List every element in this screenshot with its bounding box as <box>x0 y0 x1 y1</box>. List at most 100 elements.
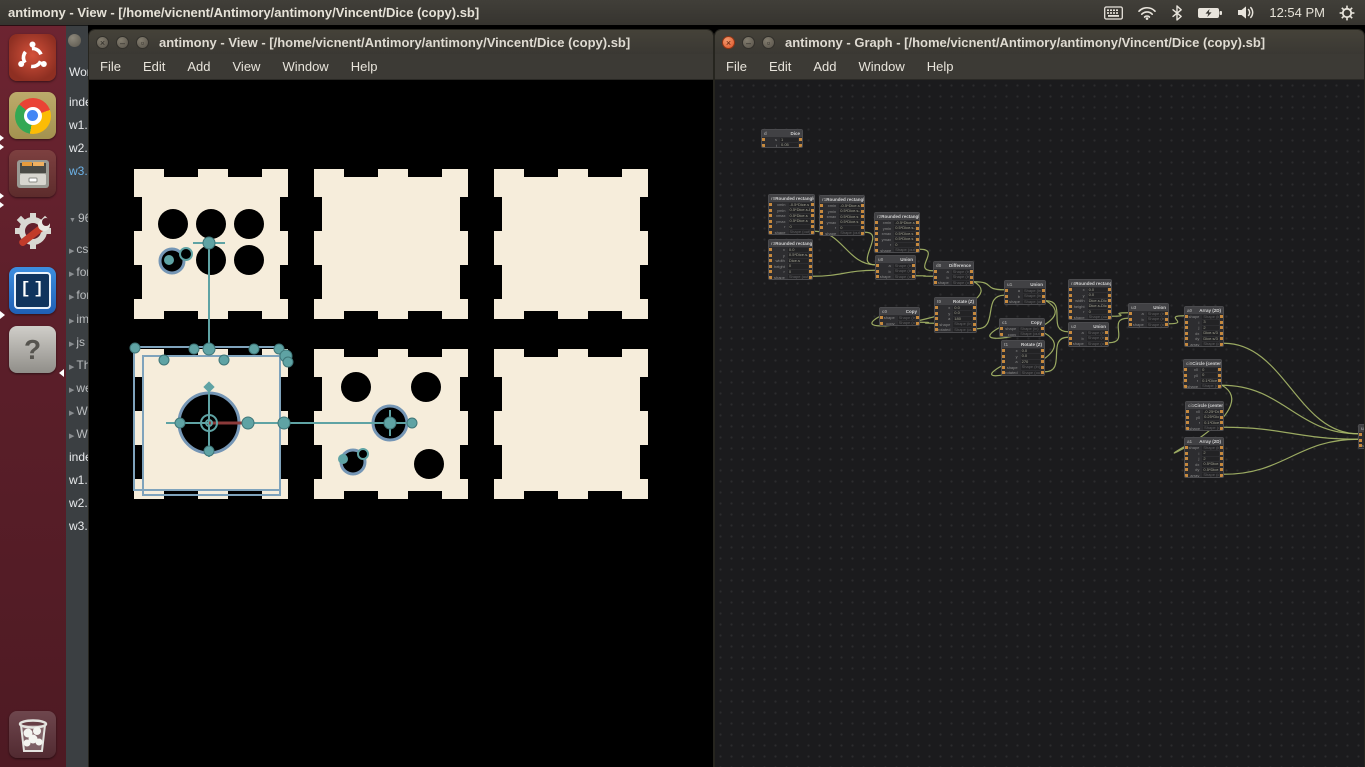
output-port[interactable] <box>1041 327 1044 331</box>
row-value[interactable]: Shape (out) <box>1201 384 1217 388</box>
output-port[interactable] <box>1220 457 1223 461</box>
output-port[interactable] <box>970 270 973 274</box>
graph-node-rounded-rectangle-corner-[interactable]: r2Rounded rectangle (corner)xmin-0.5*Dic… <box>874 212 920 253</box>
output-port[interactable] <box>861 204 864 208</box>
node-titlebar[interactable]: u4Union <box>1359 425 1364 432</box>
menu-item-file[interactable]: File <box>715 54 758 79</box>
node-titlebar[interactable]: c1 Copy <box>1000 319 1044 326</box>
output-port[interactable] <box>1220 468 1223 472</box>
row-value[interactable]: 0.5*Dice.s-Dice.t <box>787 253 808 258</box>
output-port[interactable] <box>1220 421 1223 425</box>
row-value[interactable]: 0.05 <box>780 143 798 147</box>
maximize-button[interactable]: ▫ <box>762 35 775 49</box>
output-port[interactable] <box>809 264 812 268</box>
die-dot[interactable] <box>196 245 226 275</box>
file-tree-item[interactable]: ▶Ther <box>69 358 88 372</box>
drag-handle[interactable] <box>277 416 291 430</box>
graph-edge[interactable] <box>812 269 876 277</box>
graph-edge[interactable] <box>1168 315 1185 325</box>
row-value[interactable]: Shape (in) <box>893 263 911 268</box>
node-titlebar[interactable]: r4Rounded rectangle (center) <box>1069 280 1111 287</box>
row-value[interactable]: 0.0 <box>787 247 808 252</box>
minimize-button[interactable]: – <box>116 35 129 49</box>
output-port[interactable] <box>1220 451 1223 455</box>
menu-item-view[interactable]: View <box>222 54 272 79</box>
node-titlebar[interactable]: u2 Union <box>1069 323 1108 330</box>
row-value[interactable]: 0 <box>894 242 915 247</box>
output-port[interactable] <box>1108 315 1111 319</box>
row-value[interactable]: Shape (out) <box>839 231 860 235</box>
row-value[interactable]: -0.5*Dice.s <box>788 202 810 207</box>
output-port[interactable] <box>1220 320 1223 324</box>
graph-node-rounded-rectangle-center-[interactable]: r3Rounded rectangle (center)x0.0y0.5*Dic… <box>768 239 813 280</box>
row-value[interactable]: 0.0 <box>953 311 972 316</box>
row-value[interactable]: Shape (in) <box>953 322 972 327</box>
launcher-item-ubuntu[interactable] <box>9 34 56 81</box>
background-window-button[interactable] <box>68 34 81 47</box>
output-port[interactable] <box>916 243 919 247</box>
node-titlebar[interactable]: r3Rounded rectangle (center) <box>769 240 812 247</box>
output-port[interactable] <box>1220 473 1223 477</box>
output-port[interactable] <box>811 230 814 234</box>
output-port[interactable] <box>970 281 973 285</box>
graph-node-rounded-rectangle-corner-[interactable]: r0Rounded rectangle (corner)xmin-0.5*Dic… <box>768 194 815 235</box>
drag-handle[interactable] <box>241 416 255 430</box>
graph-window-titlebar[interactable]: × – ▫ antimony - Graph - [/home/vicnent/… <box>715 30 1364 54</box>
row-value[interactable]: 0 <box>1201 373 1217 378</box>
row-value[interactable]: Shape (in) <box>1019 326 1040 331</box>
row-value[interactable]: Shape (out) <box>1146 322 1164 327</box>
output-port[interactable] <box>1041 360 1044 364</box>
graph-node-rotate-z-[interactable]: t1 Rotate (Z) x 0.0 y 0.0 a 270 shape Shape (in) r… <box>1001 340 1045 376</box>
graph-edge[interactable] <box>814 230 876 266</box>
output-port[interactable] <box>809 248 812 252</box>
row-value[interactable]: -0.5*Dice.s <box>839 203 860 208</box>
accent-dot[interactable] <box>338 454 348 464</box>
output-port[interactable] <box>1220 426 1223 430</box>
output-port[interactable] <box>799 143 802 147</box>
row-value[interactable]: Shape (in) <box>1146 317 1164 322</box>
accent-dot[interactable] <box>164 255 174 265</box>
clock[interactable]: 12:54 PM <box>1269 5 1325 20</box>
output-port[interactable] <box>861 215 864 219</box>
row-value[interactable]: -0.5*Dice.s <box>894 220 915 225</box>
output-port[interactable] <box>1165 323 1168 327</box>
output-port[interactable] <box>811 203 814 207</box>
graph-node-union[interactable]: u4UnionaShape (in)bShape (in)shapeShape … <box>1358 424 1364 449</box>
row-value[interactable]: 0.5*Dice.s <box>894 237 915 242</box>
row-value[interactable]: Shape (out) <box>1202 342 1219 346</box>
row-value[interactable]: 0.5*Dice.s-Dice.t <box>894 226 915 231</box>
row-value[interactable]: 0.5*Dice.s <box>1202 467 1219 472</box>
row-value[interactable]: 2 <box>1202 451 1219 456</box>
drag-handle[interactable] <box>248 343 260 355</box>
output-port[interactable] <box>809 253 812 257</box>
graph-edge[interactable] <box>919 321 935 324</box>
node-titlebar[interactable]: c0 Copy <box>880 308 919 315</box>
menu-item-window[interactable]: Window <box>848 54 916 79</box>
output-port[interactable] <box>1220 315 1223 319</box>
file-tree-item[interactable]: Worki <box>69 65 88 79</box>
row-value[interactable]: Shape (out) <box>1019 332 1040 336</box>
node-titlebar[interactable]: u0 Union <box>876 256 915 263</box>
row-value[interactable]: 0 <box>787 269 808 274</box>
file-tree-item[interactable]: ▶ js <box>69 335 85 349</box>
output-port[interactable] <box>809 259 812 263</box>
row-value[interactable]: Shape (in) <box>1086 336 1104 341</box>
output-port[interactable] <box>916 237 919 241</box>
menu-item-edit[interactable]: Edit <box>132 54 176 79</box>
output-port[interactable] <box>1108 293 1111 297</box>
row-value[interactable]: 0.0 <box>1087 287 1107 292</box>
row-value[interactable]: Shape (in) <box>1146 311 1164 316</box>
output-port[interactable] <box>799 138 802 142</box>
menu-item-add[interactable]: Add <box>802 54 847 79</box>
row-value[interactable]: 1 <box>780 137 798 142</box>
drag-handle[interactable] <box>188 343 200 355</box>
node-titlebar[interactable]: a0 Array (2D) <box>1185 307 1223 314</box>
output-port[interactable] <box>861 220 864 224</box>
output-port[interactable] <box>973 328 976 332</box>
row-value[interactable]: 0 <box>1087 309 1107 314</box>
row-value[interactable]: 2 <box>1202 456 1219 461</box>
row-value[interactable]: Shape (in) <box>1023 294 1041 299</box>
file-tree-item[interactable]: w1.h <box>69 473 88 487</box>
graph-node-dice[interactable]: d Dice s 1 t 0.05 <box>761 129 803 148</box>
row-value[interactable]: 0.5*Dice.s-Dice.t <box>788 208 810 213</box>
